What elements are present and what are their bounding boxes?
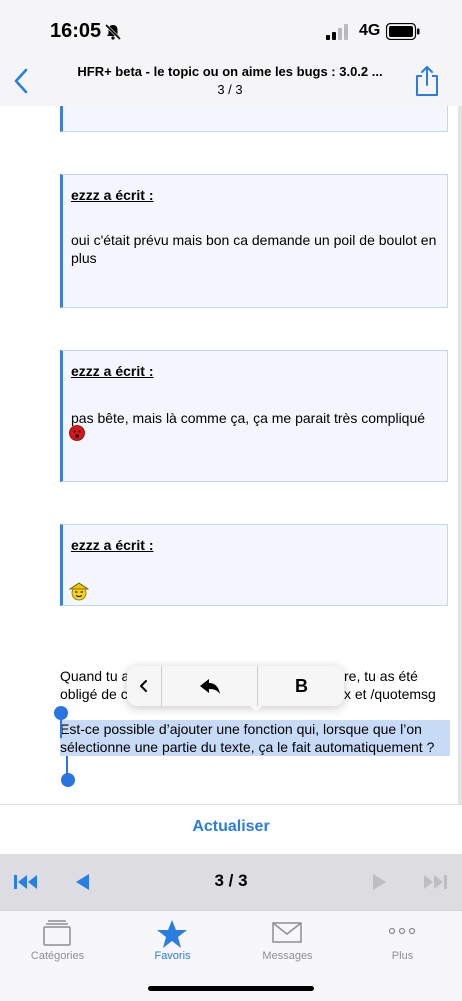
quote-author: ezzz a écrit : — [71, 187, 154, 203]
selection-start-handle[interactable] — [54, 706, 68, 720]
topic-title: HFR+ beta - le topic ou on aime les bugs… — [77, 64, 383, 79]
back-chevron-icon[interactable] — [8, 64, 36, 98]
menu-previous-icon[interactable] — [127, 666, 161, 706]
post-text-line: x et /quotemsg — [344, 686, 436, 702]
tab-label: Plus — [391, 950, 414, 962]
tab-messages[interactable]: Messages — [230, 915, 345, 965]
angry-smiley-icon — [69, 425, 85, 441]
quote-block: ezzz a écrit : — [60, 524, 448, 606]
last-page-icon[interactable] — [422, 870, 448, 894]
first-page-icon[interactable] — [13, 870, 39, 894]
previous-page-icon[interactable] — [72, 870, 92, 894]
more-icon — [388, 927, 416, 935]
star-icon — [157, 920, 187, 948]
battery-icon — [386, 23, 420, 40]
envelope-icon — [272, 922, 302, 943]
menu-bold-button[interactable]: B — [257, 666, 345, 706]
page-indicator: 3 / 3 — [214, 871, 248, 890]
menu-reply-button[interactable] — [161, 666, 257, 706]
tab-favoris[interactable]: Favoris — [115, 915, 230, 965]
share-icon[interactable] — [412, 64, 442, 98]
quote-text: pas bête, mais là comme ça, ça me parait… — [71, 410, 426, 426]
home-indicator[interactable] — [148, 986, 314, 991]
signal-icon — [326, 24, 348, 40]
tab-categories[interactable]: Catégories — [0, 915, 115, 965]
refresh-button[interactable]: Actualiser — [0, 818, 462, 836]
status-time: 16:05 — [50, 20, 102, 42]
chinese-hat-smiley-icon — [69, 582, 89, 601]
bell-slash-icon — [104, 23, 122, 41]
folder-icon — [43, 920, 71, 946]
selection-end-handle[interactable] — [61, 773, 75, 787]
next-page-icon[interactable] — [370, 870, 390, 894]
selected-text[interactable]: Est-ce possible d’ajouter une fonction q… — [60, 720, 450, 756]
topic-page-count: 3 / 3 — [217, 82, 243, 97]
tab-plus[interactable]: Plus — [345, 915, 460, 965]
quote-author: ezzz a écrit : — [71, 537, 154, 553]
bold-label: B — [295, 676, 308, 696]
tab-label: Catégories — [30, 950, 85, 962]
quote-block: ezzz a écrit : oui c'était prévu mais bo… — [60, 174, 448, 308]
tab-label: Messages — [262, 950, 313, 962]
network-type: 4G — [359, 22, 381, 39]
quote-text: oui c'était prévu mais bon ca demande un… — [71, 232, 437, 266]
quote-block: ezzz a écrit : pas bête, mais là comme ç… — [60, 350, 448, 482]
quote-author: ezzz a écrit : — [71, 363, 154, 379]
scrollbar[interactable] — [458, 106, 462, 804]
post-text-line: re, tu as été — [344, 668, 418, 684]
reply-icon — [200, 679, 220, 694]
quote-block-partial — [60, 106, 448, 132]
tab-label: Favoris — [154, 950, 191, 962]
